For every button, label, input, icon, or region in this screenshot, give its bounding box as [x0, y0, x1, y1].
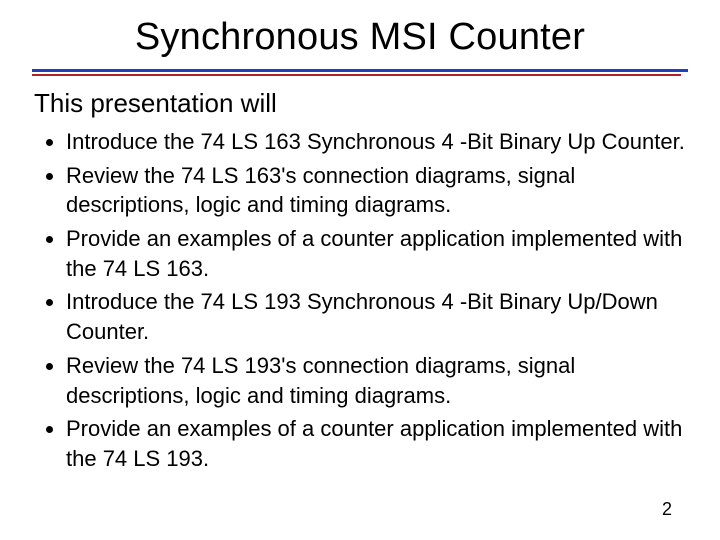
bullet-item: Introduce the 74 LS 193 Synchronous 4 -B…: [66, 287, 690, 346]
title-underline: [32, 69, 688, 76]
slide-title: Synchronous MSI Counter: [0, 0, 720, 69]
rule-red: [32, 74, 681, 76]
bullet-list: Introduce the 74 LS 163 Synchronous 4 -B…: [44, 127, 690, 474]
rule-blue: [32, 69, 688, 72]
bullet-item: Review the 74 LS 193's connection diagra…: [66, 351, 690, 410]
bullet-item: Provide an examples of a counter applica…: [66, 414, 690, 473]
page-number: 2: [662, 499, 672, 520]
bullet-item: Introduce the 74 LS 163 Synchronous 4 -B…: [66, 127, 690, 157]
bullet-item: Provide an examples of a counter applica…: [66, 224, 690, 283]
slide-subtitle: This presentation will: [34, 88, 720, 119]
bullet-item: Review the 74 LS 163's connection diagra…: [66, 161, 690, 220]
slide: Synchronous MSI Counter This presentatio…: [0, 0, 720, 540]
